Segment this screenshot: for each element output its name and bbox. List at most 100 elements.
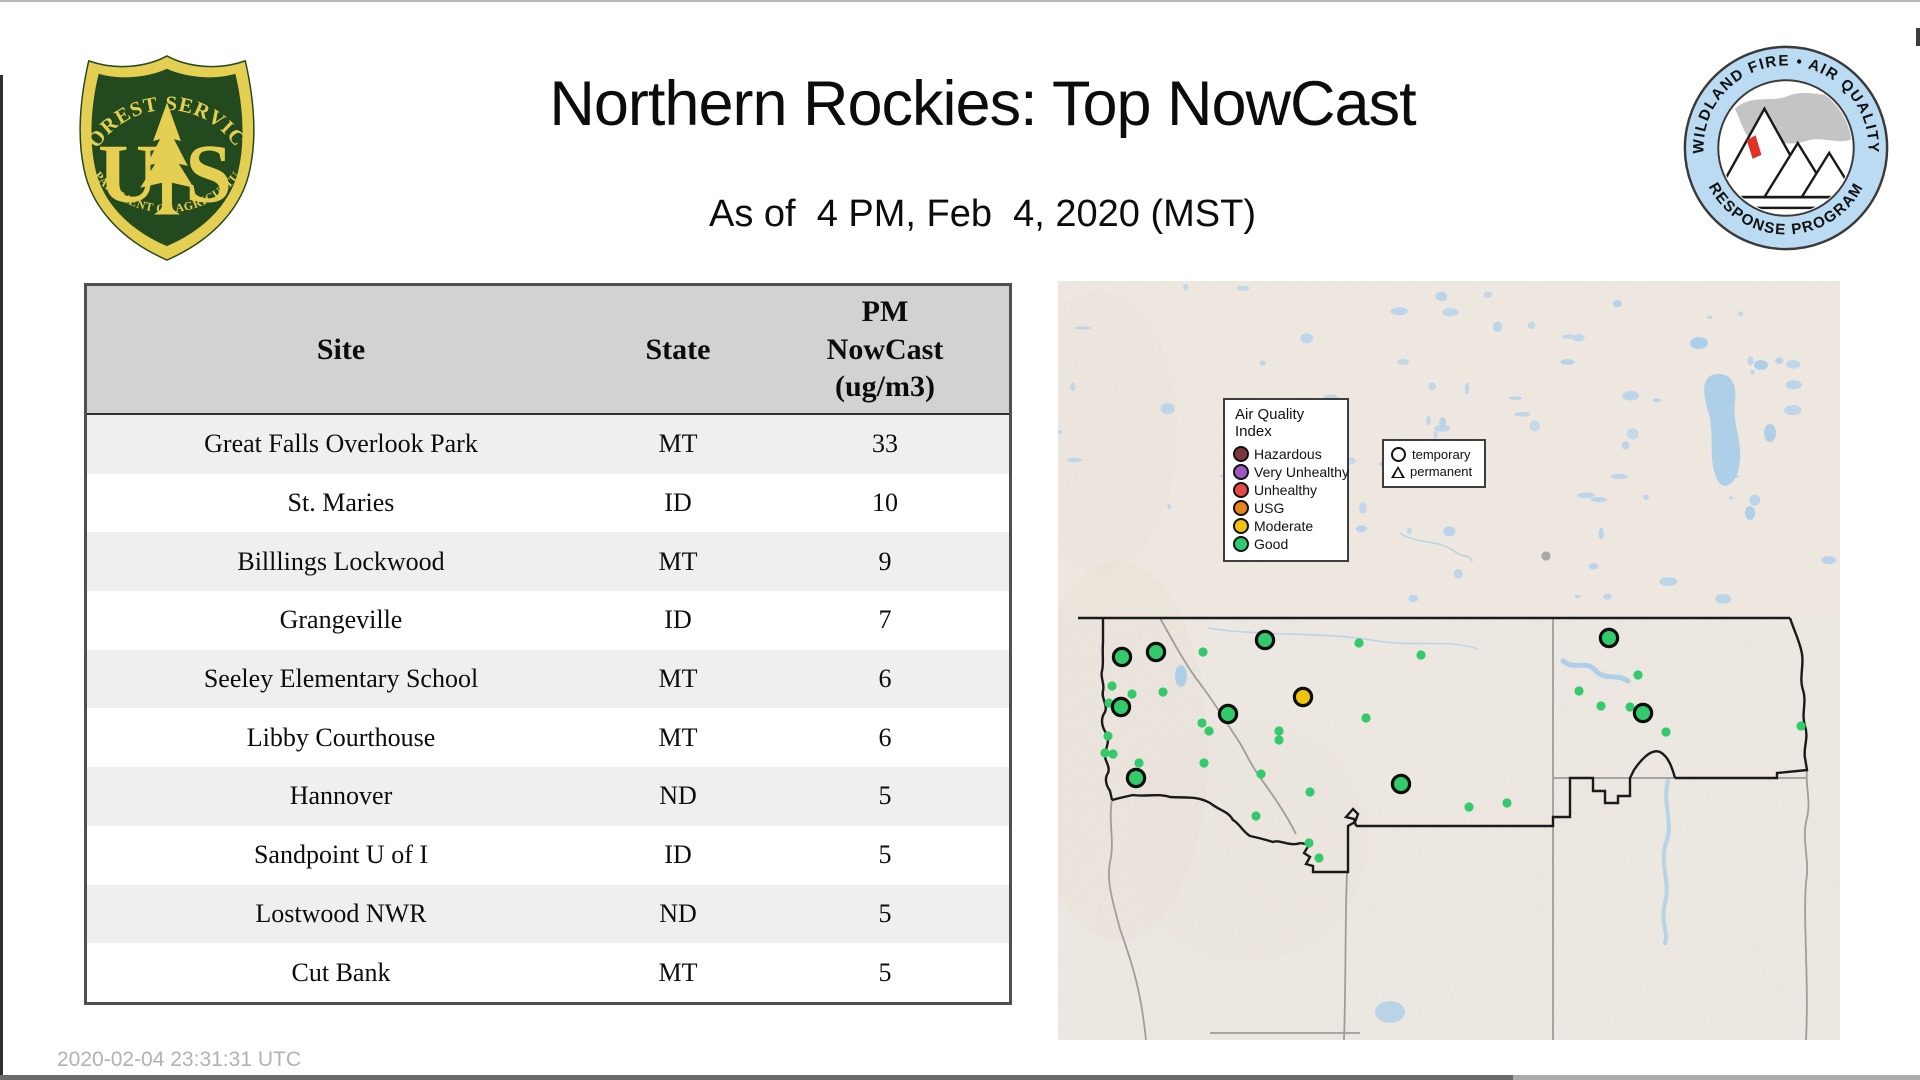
cell-state: MT xyxy=(658,664,698,694)
lake-blob xyxy=(1160,402,1175,415)
lake-blob xyxy=(1750,369,1755,375)
aqi-color-dot-icon xyxy=(1233,464,1249,480)
cell-state: ID xyxy=(664,840,692,870)
cell-state: MT xyxy=(658,722,698,752)
temporary-label: temporary xyxy=(1412,447,1471,462)
cell-value: 7 xyxy=(878,605,892,635)
aqi-item-label: USG xyxy=(1254,500,1285,516)
lake-blob xyxy=(1560,359,1575,365)
map-canvas xyxy=(1058,281,1840,1040)
monitor-marker-small xyxy=(1305,787,1315,797)
cell-site: Seeley Elementary School xyxy=(203,664,479,694)
table-row: Hannover ND 5 xyxy=(87,767,1009,826)
monitor-marker-small xyxy=(1103,731,1113,741)
aqi-color-dot-icon xyxy=(1233,500,1249,516)
page-right-notch xyxy=(1916,28,1920,46)
lake-blob xyxy=(1464,382,1470,395)
aqi-item-label: Unhealthy xyxy=(1254,482,1318,498)
lake-blob xyxy=(1706,315,1713,319)
lake-blob xyxy=(1715,593,1732,604)
lake-blob xyxy=(1066,457,1083,463)
table-row: Seeley Elementary School MT 6 xyxy=(87,649,1009,709)
nowcast-table: Site State PM NowCast (ug/m3) Great Fall… xyxy=(84,283,1012,1005)
column-header-site: Site xyxy=(316,332,366,366)
cell-state: MT xyxy=(658,546,698,576)
lake-blob xyxy=(1622,441,1630,450)
lake-blob xyxy=(1167,503,1172,510)
aqi-legend-items: Hazardous Very Unhealthy Unhealthy USG Moder… xyxy=(1233,445,1349,553)
monitor-marker-large xyxy=(1390,773,1412,795)
monitor-marker-large xyxy=(1632,702,1654,724)
monitor-marker-small xyxy=(1199,758,1209,768)
lake-blob xyxy=(1355,525,1367,533)
lake-blob xyxy=(1577,492,1595,499)
aqi-legend-item: Moderate xyxy=(1233,517,1341,535)
cell-state: ID xyxy=(664,605,692,635)
lake-blob xyxy=(1442,308,1459,317)
monitor-marker-large xyxy=(1292,686,1314,708)
lake-blob xyxy=(1439,417,1447,428)
page-bottom-border-dark xyxy=(0,1075,1513,1080)
aqi-color-dot-icon xyxy=(1233,482,1249,498)
aqi-legend-item: Very Unhealthy xyxy=(1233,463,1349,481)
lake-blob xyxy=(1572,334,1585,342)
legend-row-permanent: permanent xyxy=(1391,463,1480,480)
page-title: Northern Rockies: Top NowCast xyxy=(549,69,1416,139)
temporary-monitor-icon xyxy=(1391,447,1406,462)
lake-blob xyxy=(1492,321,1503,333)
monitor-marker-small xyxy=(1198,647,1208,657)
monitor-marker-large xyxy=(1598,627,1620,649)
monitor-marker-large xyxy=(1110,696,1132,718)
aqi-legend: Air Quality Index Hazardous Very Unhealth… xyxy=(1223,398,1349,562)
monitor-marker-small xyxy=(1274,726,1284,736)
monitor-marker-small xyxy=(1100,748,1110,758)
monitor-marker-small xyxy=(1354,638,1364,648)
lake-blob xyxy=(1514,412,1531,417)
cell-value: 5 xyxy=(878,898,892,928)
aqi-color-dot-icon xyxy=(1233,446,1249,462)
lake-blob xyxy=(1453,568,1463,579)
lake-blob xyxy=(1626,428,1639,440)
cell-value: 33 xyxy=(872,429,898,459)
monitor-marker-small xyxy=(1541,551,1551,561)
lake-blob xyxy=(1598,527,1604,540)
table-body: Great Falls Overlook Park MT 33 St. Maries I… xyxy=(87,415,1009,1002)
aqi-color-dot-icon xyxy=(1233,518,1249,534)
cell-site: Libby Courthouse xyxy=(246,722,436,752)
cell-value: 5 xyxy=(878,957,892,987)
lake-blob xyxy=(1775,357,1784,364)
table-row: Cut Bank MT 5 xyxy=(87,943,1009,1002)
cell-site: Billlings Lockwood xyxy=(237,546,445,576)
monitor-marker-large xyxy=(1254,629,1276,651)
monitor-marker-small xyxy=(1158,687,1168,697)
lake-blob xyxy=(1236,285,1250,291)
lake-blob xyxy=(1590,497,1607,503)
cell-state: ND xyxy=(659,898,697,928)
monitor-map: Air Quality Index Hazardous Very Unhealth… xyxy=(1058,281,1840,1040)
cell-site: Grangeville xyxy=(279,605,403,635)
monitor-marker-small xyxy=(1204,726,1214,736)
lake-blob xyxy=(1785,380,1802,390)
lake-blob xyxy=(1729,496,1734,500)
table-row: Billlings Lockwood MT 9 xyxy=(87,532,1009,592)
monitor-marker-small xyxy=(1574,686,1584,696)
cell-state: ND xyxy=(659,781,697,811)
lake-blob xyxy=(1574,594,1581,598)
aqi-legend-item: Hazardous xyxy=(1233,445,1341,463)
aqi-legend-item: USG xyxy=(1233,499,1341,517)
lake-blob xyxy=(1433,430,1438,439)
lake-blob xyxy=(1509,396,1522,401)
cell-value: 10 xyxy=(872,488,898,518)
monitor-marker-small xyxy=(1134,758,1144,768)
aqi-item-label: Moderate xyxy=(1254,518,1314,534)
lake-blob xyxy=(1612,300,1623,308)
lake-blob xyxy=(1435,291,1448,302)
lake-blob xyxy=(1784,404,1802,416)
lake-blob xyxy=(1747,356,1754,366)
lake-blob xyxy=(1659,577,1678,586)
monitor-marker-small xyxy=(1596,701,1606,711)
table-row: St. Maries ID 10 xyxy=(87,473,1009,533)
monitor-marker-small xyxy=(1107,681,1117,691)
cell-value: 6 xyxy=(878,722,892,752)
lake-blob xyxy=(1406,527,1412,535)
